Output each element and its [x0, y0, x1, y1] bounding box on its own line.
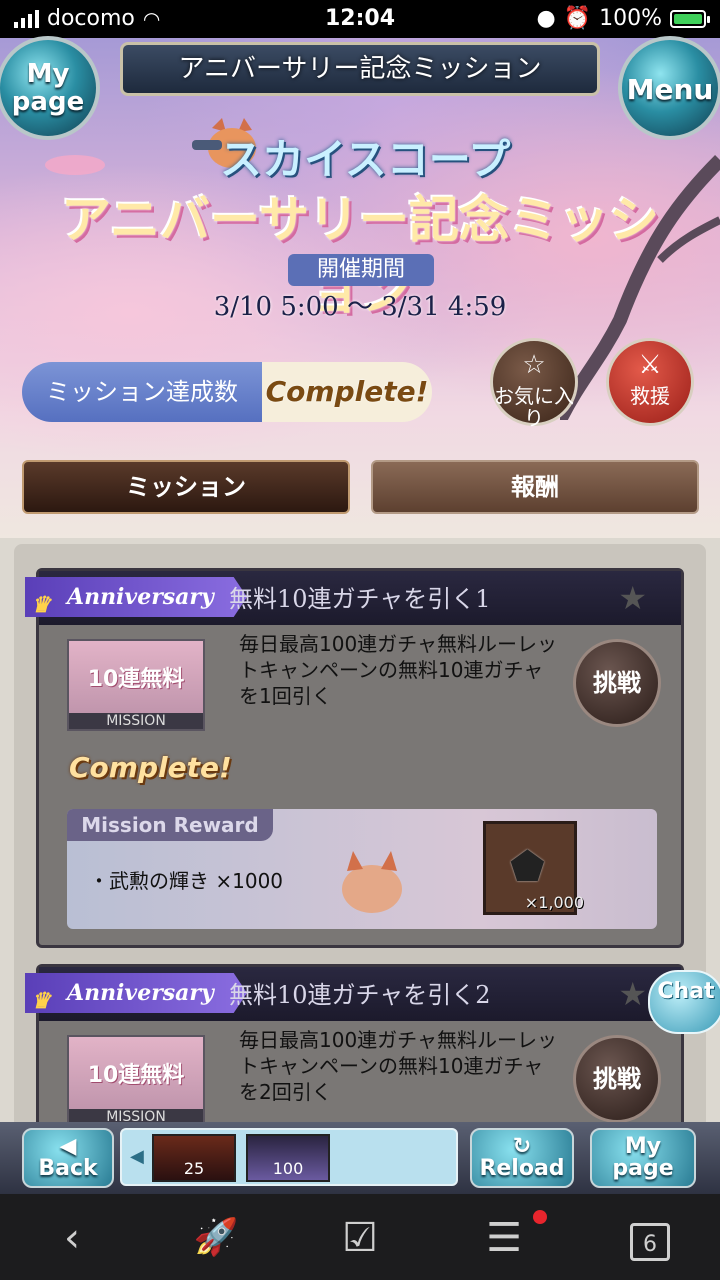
mission-description: 毎日最高100連ガチャ無料ルーレットキャンペーンの無料10連ガチャを2回引く: [239, 1028, 557, 1104]
mission-count-value: Complete!: [262, 362, 432, 422]
reward-label: Mission Reward: [67, 809, 273, 841]
tray-count: 25: [183, 1159, 205, 1178]
menu-button[interactable]: Menu: [618, 36, 720, 140]
mypage-label-line2: page: [11, 87, 85, 117]
tray-quest-thumbnail[interactable]: 100: [246, 1134, 330, 1182]
status-bar: docomo ◠ 12:04 ● ⏰ 100%: [0, 0, 720, 38]
favorite-button[interactable]: ☆ お気に入り: [490, 338, 578, 430]
thumbnail-text: 10連無料: [87, 667, 185, 692]
checkbox-icon[interactable]: ☑: [330, 1214, 390, 1262]
mypage-label-line1: My: [26, 59, 70, 89]
complete-status: Complete!: [69, 751, 232, 784]
battery-icon: [670, 9, 710, 28]
mission-card-header: ♛ Anniversary 無料10連ガチャを引く2 ★: [25, 967, 681, 1021]
chat-label: Chat: [657, 979, 715, 1004]
mission-title: 無料10連ガチャを引く1: [229, 585, 491, 613]
mission-card: ♛ Anniversary 無料10連ガチャを引く2 ★ 10連無料 MISSI…: [25, 964, 684, 1127]
star-icon[interactable]: ★: [618, 975, 647, 1013]
mission-thumbnail: 10連無料 MISSION: [67, 639, 205, 731]
rescue-button[interactable]: ⚔ 救援: [606, 338, 694, 426]
tray-left-arrow-icon[interactable]: ◀: [130, 1146, 144, 1167]
event-brand: スカイスコープ: [220, 135, 511, 184]
anniversary-badge: ♛ Anniversary: [25, 577, 247, 617]
alarm-icon: ⏰: [563, 6, 592, 31]
mission-card: ♛ Anniversary 無料10連ガチャを引く1 ★ 10連無料 MISSI…: [25, 568, 684, 948]
star-icon: ☆: [522, 350, 546, 380]
hamburger-menu-icon[interactable]: ☰: [474, 1214, 534, 1262]
mission-description: 毎日最高100連ガチャ無料ルーレットキャンペーンの無料10連ガチャを1回引く: [239, 632, 557, 708]
reward-item: ・武勲の輝き ×1000: [89, 869, 284, 893]
mypage-button[interactable]: My page: [590, 1128, 696, 1188]
fox-mascot-icon: [342, 851, 402, 913]
challenge-button[interactable]: 挑戦: [573, 639, 661, 727]
badge-label: Anniversary: [67, 584, 214, 610]
star-icon[interactable]: ★: [618, 579, 647, 617]
tab-count: 6: [630, 1223, 670, 1261]
thumbnail-caption: MISSION: [69, 713, 203, 729]
rescue-label: 救援: [630, 384, 670, 408]
browser-back-icon[interactable]: ‹: [42, 1214, 102, 1262]
back-button[interactable]: ◀ Back: [22, 1128, 114, 1188]
mission-thumbnail: 10連無料 MISSION: [67, 1035, 205, 1127]
person-icon: ●: [536, 6, 556, 31]
reload-label: Reload: [479, 1156, 565, 1181]
notification-dot: [533, 1210, 547, 1224]
mission-reward-panel: Mission Reward ・武勲の輝き ×1000 ⬟ ×1,000: [67, 809, 657, 929]
mypage-button[interactable]: My page: [0, 36, 100, 140]
petal-decoration: [45, 155, 105, 175]
crossed-swords-icon: ⚔: [638, 350, 662, 380]
favorite-label: お気に入り: [494, 384, 574, 430]
mission-count-label: ミッション達成数: [22, 362, 262, 422]
reward-item-box[interactable]: ⬟ ×1,000: [483, 821, 584, 915]
mission-card-header: ♛ Anniversary 無料10連ガチャを引く1 ★: [25, 571, 681, 625]
challenge-button[interactable]: 挑戦: [573, 1035, 661, 1123]
badge-label: Anniversary: [67, 980, 214, 1006]
gem-icon: ⬟: [510, 844, 545, 890]
period-label: 開催期間: [288, 254, 434, 286]
reward-quantity: ×1,000: [524, 893, 584, 912]
rocket-icon[interactable]: 🚀: [186, 1214, 246, 1262]
tab-reward[interactable]: 報酬: [371, 460, 699, 514]
tray-count: 100: [272, 1159, 304, 1178]
reload-button[interactable]: ↻ Reload: [470, 1128, 574, 1188]
battery-percent: 100%: [599, 6, 662, 31]
tabs-button[interactable]: 6: [620, 1214, 680, 1262]
quest-tray: ◀ 25 100: [120, 1128, 458, 1186]
tray-quest-thumbnail[interactable]: 25: [152, 1134, 236, 1182]
tab-mission[interactable]: ミッション: [22, 460, 350, 514]
page-title-banner: アニバーサリー記念ミッション: [120, 42, 600, 96]
period-value: 3/10 5:00 〜 3/31 4:59: [213, 292, 507, 322]
thumbnail-text: 10連無料: [87, 1063, 185, 1088]
back-label: Back: [38, 1156, 98, 1181]
chat-button[interactable]: Chat: [648, 970, 720, 1034]
mypage-label-line2: page: [612, 1156, 674, 1181]
anniversary-badge: ♛ Anniversary: [25, 973, 247, 1013]
mission-title: 無料10連ガチャを引く2: [229, 981, 491, 1009]
